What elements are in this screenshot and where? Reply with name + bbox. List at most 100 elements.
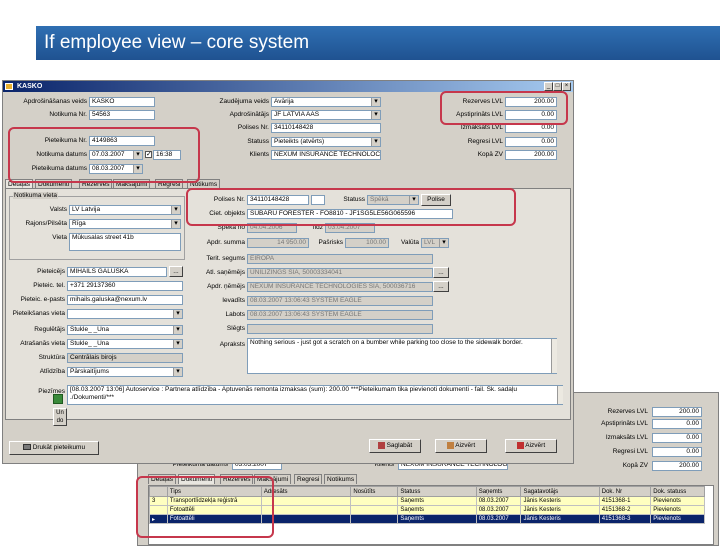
piezimes-field[interactable]: [08.03.2007 13:06] Autoservice : Partner… — [67, 385, 563, 405]
back-apstiprinats-label: Apstiprināts LVL — [601, 420, 648, 427]
cell-dok-nr: 4151368-3 — [598, 514, 652, 524]
cell-dok-nr: 4151368-1 — [598, 496, 652, 506]
highlight-documents — [136, 476, 274, 538]
pieteic-tel-label: Pieteic. tel. — [33, 282, 65, 289]
valuta-label: Valūta — [401, 239, 419, 246]
regulatajs-label: Regulētājs — [34, 326, 65, 333]
col-sagatavotajs[interactable]: Sagatavotājs — [520, 486, 600, 497]
location-group-label: Notikuma vieta — [13, 192, 58, 199]
apraksts-field[interactable]: Nothing serious - just got a scratch on … — [247, 338, 557, 374]
struktura-field[interactable]: Centrālais birojs — [67, 353, 183, 363]
back-rezerves-label: Rezerves LVL — [607, 408, 648, 415]
labots-field[interactable]: 08.03.2007 13:06:43 SYSTEM EAGLE — [247, 310, 433, 320]
col-statuss[interactable]: Statuss — [397, 486, 477, 497]
polises-nr-field[interactable]: 34110148428 — [271, 123, 381, 133]
atrasanas-vieta-label: Atrašanās vieta — [20, 340, 65, 347]
regresi-field[interactable]: 0.00 — [505, 137, 557, 147]
col-dok-statuss[interactable]: Dok. statuss — [650, 486, 705, 497]
cell-sanemts: 08.03.2007 — [475, 496, 522, 506]
pieteicejs-field[interactable]: MIHAILS GALUŠKA — [67, 267, 167, 277]
slide-title: If employee view – core system — [36, 26, 720, 60]
cell-dok-statuss: Pievienots — [650, 496, 705, 506]
maximize-icon[interactable]: □ — [553, 82, 562, 91]
druka-button[interactable]: Drukāt pieteikumu — [9, 441, 99, 455]
highlight-financials — [440, 91, 568, 125]
labots-label: Labots — [225, 311, 245, 318]
pieteic-epasts-label: Pieteic. e-pasts — [20, 296, 65, 303]
cell-statuss: Saņemts — [397, 514, 477, 524]
ati-sagemejs-browse-button[interactable]: ... — [433, 267, 449, 278]
saglabat-button[interactable]: Saglabāt — [369, 439, 421, 453]
exit-icon — [516, 441, 524, 449]
valsts-select[interactable]: LV Latvija — [69, 205, 181, 215]
col-dok-nr[interactable]: Dok. Nr — [598, 486, 652, 497]
back-kopa-field[interactable]: 200.00 — [652, 461, 702, 471]
minimize-icon[interactable]: _ — [544, 82, 553, 91]
vieta-field[interactable]: Mūkusalas street 41b — [69, 233, 181, 251]
back-regresi-field[interactable]: 0.00 — [652, 447, 702, 457]
pasrisks-label: Pašrisks — [318, 239, 343, 246]
apraksts-scrollbar[interactable] — [551, 339, 557, 373]
vieta-label: Vieta — [52, 234, 67, 241]
door-icon — [446, 441, 454, 449]
kopa-field[interactable]: 200.00 — [505, 150, 557, 160]
pieteic-epasts-field[interactable]: mihails.galuska@nexum.lv — [67, 295, 183, 305]
apdr-summa-field[interactable]: 14 950.00 — [247, 238, 309, 248]
back-tab-notikums[interactable]: Notikums — [324, 474, 358, 484]
back-izmaksats-label: Izmaksāts LVL — [605, 434, 648, 441]
col-adresats[interactable]: Adresāts — [260, 486, 352, 497]
slegts-label: Slēgts — [226, 325, 245, 332]
struktura-label: Struktūra — [38, 354, 65, 361]
app-icon — [5, 83, 13, 90]
zaudejuma-veids-select[interactable]: Avārija — [271, 97, 381, 107]
col-nosutits[interactable]: Nosūtīts — [350, 486, 399, 497]
pieteicejs-label: Pieteicējs — [37, 268, 65, 275]
apdr-summa-label: Apdr. summa — [206, 239, 245, 246]
pieteiksanas-vieta-select[interactable] — [67, 309, 183, 319]
piezimes-scrollbar[interactable] — [557, 386, 563, 404]
apdrosinasanas-veids-label: Apdrošināšanas veids — [23, 98, 87, 105]
window-title: KASKO — [17, 83, 43, 90]
terit-segums-field[interactable]: EIROPA — [247, 254, 433, 264]
close-icon[interactable]: × — [562, 82, 571, 91]
back-apstiprinats-field[interactable]: 0.00 — [652, 419, 702, 429]
window-controls: _ □ × — [544, 82, 571, 91]
pieteic-tel-field[interactable]: +371 29137360 — [67, 281, 183, 291]
back-izmaksats-field[interactable]: 0.00 — [652, 433, 702, 443]
statuss-label: Statuss — [247, 138, 269, 145]
klients-label: Klients — [249, 151, 269, 158]
back-tab-regresi[interactable]: Regresi — [294, 474, 323, 484]
undo-button[interactable]: Un do — [53, 408, 67, 426]
apdr-nemejs-field[interactable]: NEXUM INSURANCE TECHNOLOGIES SIA, 500036… — [247, 282, 433, 292]
slegts-field[interactable] — [247, 324, 433, 334]
zaudejuma-veids-label: Zaudējuma veids — [219, 98, 270, 105]
cell-statuss: Saņemts — [397, 496, 477, 506]
atlidziba-select[interactable]: Pārskaitījums — [67, 367, 183, 377]
atrasanas-vieta-select[interactable]: Stukle_ _Ūna — [67, 339, 183, 349]
pasrisks-field[interactable]: 100.00 — [345, 238, 389, 248]
back-kopa-label: Kopā ZV — [622, 462, 648, 469]
ati-sagemejs-field[interactable]: UNILĪZINGS SIA, 50003334041 — [247, 268, 433, 278]
apdrosinatajs-select[interactable]: JF LATVIA AAS — [271, 110, 381, 120]
aizvert-button[interactable]: Aizvērt — [435, 439, 487, 453]
apdr-nemejs-browse-button[interactable]: ... — [433, 281, 449, 292]
rajons-select[interactable]: Rīga — [69, 219, 181, 229]
ievadits-field[interactable]: 08.03.2007 13:06:43 SYSTEM EAGLE — [247, 296, 433, 306]
regulatajs-select[interactable]: Stukle_ _Ūna — [67, 325, 183, 335]
pieteiksanas-vieta-label: Pieteikšanas vieta — [12, 310, 65, 317]
back-rezerves-field[interactable]: 200.00 — [652, 407, 702, 417]
pieteicejs-browse-button[interactable]: ... — [169, 266, 183, 277]
aizvert-button-2[interactable]: Aizvērt — [505, 439, 557, 453]
apdrosinasanas-veids-field[interactable]: KASKO — [89, 97, 155, 107]
cell-statuss: Saņemts — [397, 505, 477, 515]
statuss-select[interactable]: Pieteikts (atvērts) — [271, 137, 381, 147]
cell-sanemts: 08.03.2007 — [475, 514, 522, 524]
ievadits-label: Ievadīts — [222, 297, 245, 304]
col-sanemts[interactable]: Saņemts — [475, 486, 522, 497]
klients-field[interactable]: NEXUM INSURANCE TECHNOLOC — [271, 150, 381, 160]
cell-dok-nr: 4151368-2 — [598, 505, 652, 515]
add-note-icon[interactable] — [53, 394, 63, 404]
notikuma-nr-field[interactable]: 54563 — [89, 110, 155, 120]
valuta-select[interactable]: LVL — [421, 238, 449, 248]
highlight-dates — [8, 127, 200, 183]
